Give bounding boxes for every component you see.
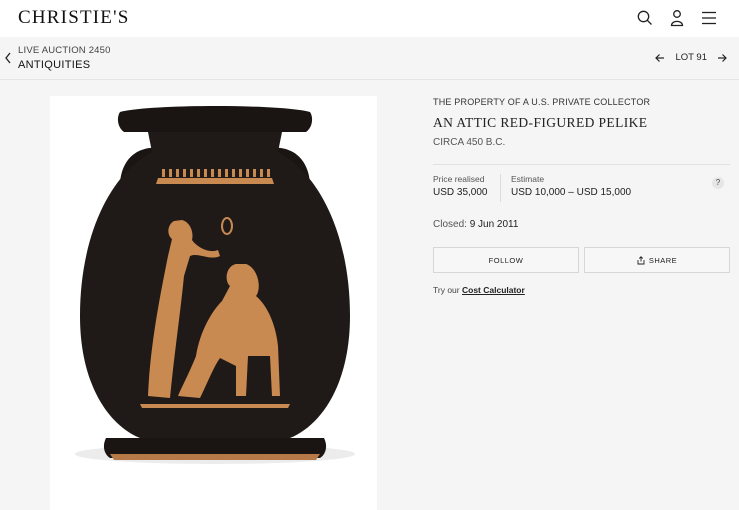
auction-name[interactable]: LIVE AUCTION 2450 (18, 45, 111, 56)
share-button-label: SHARE (648, 255, 678, 265)
pelike-vase-image (75, 106, 355, 464)
share-icon (637, 255, 645, 264)
closed-label: Closed: (433, 219, 467, 230)
cost-calculator-line: Try our Cost Calculator (433, 285, 525, 295)
follow-button[interactable]: FOLLOW (433, 247, 579, 273)
cost-calculator-prefix: Try our (433, 285, 460, 295)
divider (433, 164, 730, 165)
price-realised-value: USD 35,000 (433, 187, 488, 198)
estimate-block: Estimate USD 10,000 – USD 15,000 (500, 174, 631, 202)
estimate-value: USD 10,000 – USD 15,000 (511, 187, 632, 198)
back-chevron-icon[interactable] (4, 52, 12, 64)
lot-provenance: THE PROPERTY OF A U.S. PRIVATE COLLECTOR (433, 97, 651, 107)
account-icon[interactable] (669, 9, 685, 27)
cost-calculator-link[interactable]: Cost Calculator (462, 285, 525, 295)
header-icons (637, 9, 717, 27)
follow-button-label: FOLLOW (488, 255, 524, 265)
auction-breadcrumb-bar: LIVE AUCTION 2450 ANTIQUITIES LOT 91 (0, 37, 739, 80)
closed-status: Closed: 9 Jun 2011 (433, 219, 518, 230)
menu-icon[interactable] (701, 9, 717, 27)
lot-navigation: LOT 91 (655, 52, 727, 63)
search-icon[interactable] (637, 9, 653, 27)
christies-logo[interactable]: CHRISTIE'S (18, 7, 130, 29)
lot-number: LOT 91 (675, 52, 707, 63)
previous-lot-arrow-icon[interactable] (655, 53, 665, 63)
share-button[interactable]: SHARE (584, 247, 730, 273)
lot-image-panel[interactable] (50, 96, 377, 510)
next-lot-arrow-icon[interactable] (717, 53, 727, 63)
help-icon[interactable]: ? (712, 177, 724, 189)
lot-detail-area: THE PROPERTY OF A U.S. PRIVATE COLLECTOR… (0, 80, 739, 510)
price-realised-label: Price realised (433, 174, 485, 184)
price-realised-block: Price realised USD 35,000 (433, 174, 487, 198)
category-name[interactable]: ANTIQUITIES (18, 59, 90, 71)
lot-date: CIRCA 450 B.C. (433, 137, 506, 148)
estimate-label: Estimate (511, 174, 545, 184)
lot-title: AN ATTIC RED-FIGURED PELIKE (433, 115, 648, 130)
closed-date: 9 Jun 2011 (469, 219, 519, 230)
top-navigation-bar: CHRISTIE'S (0, 0, 739, 37)
